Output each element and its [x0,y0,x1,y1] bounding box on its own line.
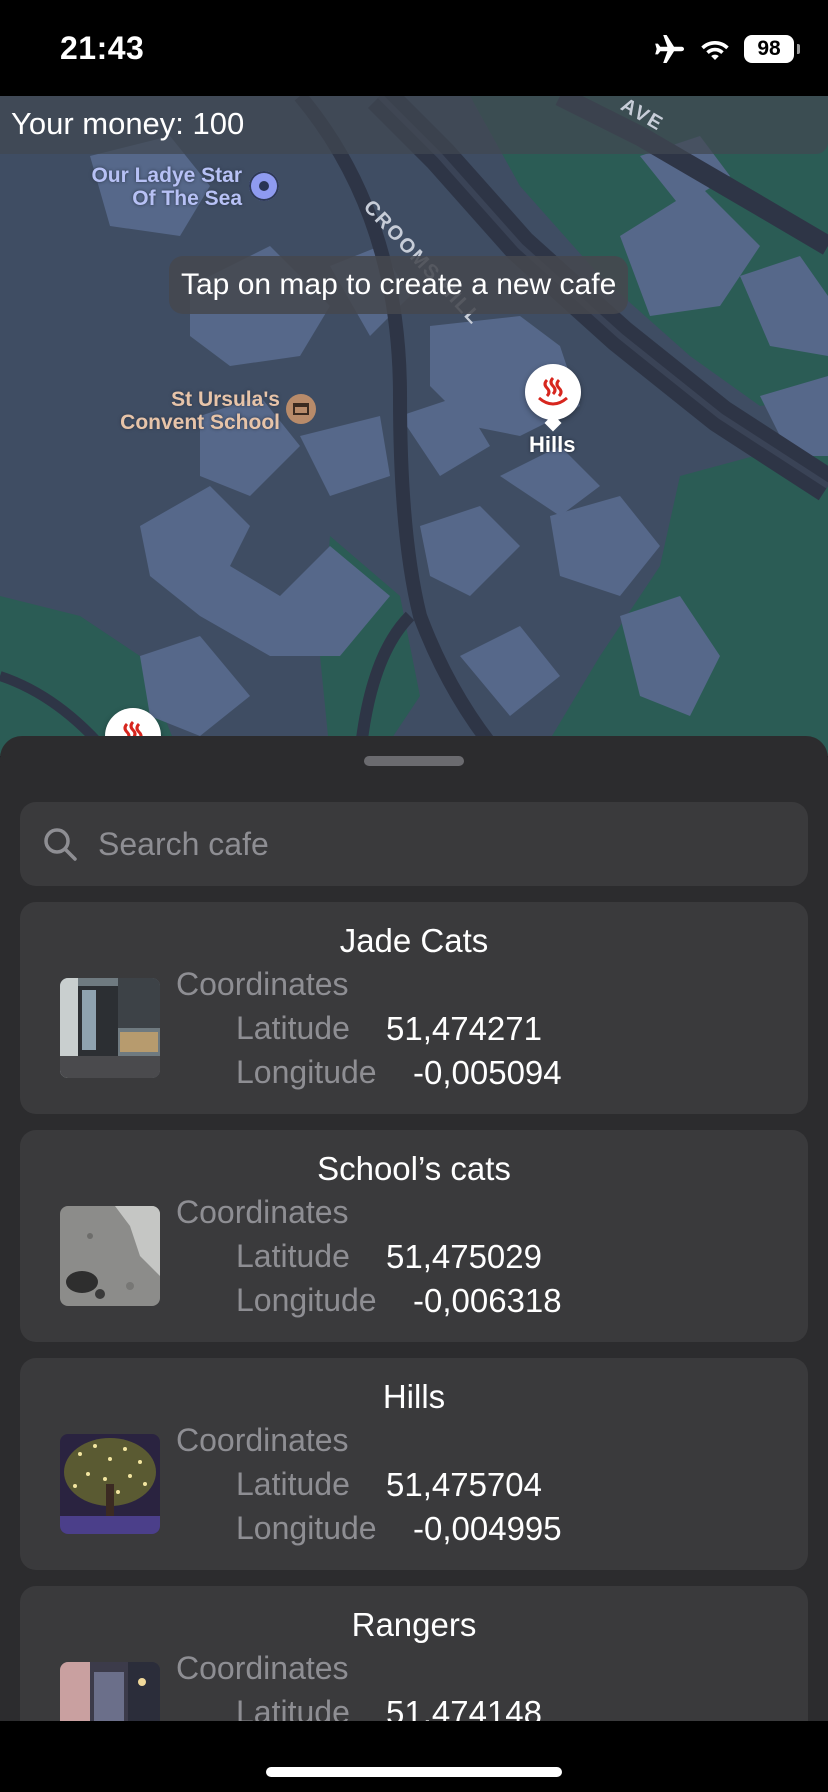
cafe-name: School’s cats [317,1150,511,1187]
status-icons: 98 [654,32,800,66]
coordinates-heading: Coordinates [176,1194,349,1230]
cafe-thumbnail [60,1206,160,1306]
screen: 21:43 98 Your money: 100 AVE Our Ladye S… [0,0,828,1792]
longitude-label: Longitude [236,1510,377,1546]
cafe-pin-hills[interactable] [525,364,581,420]
latitude-value: 51,474271 [386,1010,542,1047]
search-icon [44,828,77,861]
longitude-value: -0,005094 [413,1054,562,1091]
latitude-value: 51,474148 [386,1694,542,1721]
status-time: 21:43 [60,30,145,66]
cafe-thumbnail [60,1662,160,1721]
money-text: Your money: 100 [11,106,245,141]
cafe-list-sheet[interactable]: Jade Cats Coordinates Latitude 51,474271… [0,736,828,1721]
home-indicator-area [0,1721,828,1792]
hot-spring-icon [538,376,568,406]
cafe-thumbnail [60,978,160,1078]
latitude-label: Latitude [236,1466,350,1502]
airplane-mode-icon [655,35,684,63]
cafe-card[interactable]: Jade Cats Coordinates Latitude 51,474271… [20,902,808,1114]
latitude-value: 51,475029 [386,1238,542,1275]
coordinates-heading: Coordinates [176,966,349,1002]
longitude-value: -0,006318 [413,1282,562,1319]
sheet-grabber[interactable] [364,756,464,766]
latitude-label: Latitude [236,1238,350,1274]
battery-icon: 98 [744,35,800,63]
cafe-name: Rangers [351,1606,477,1643]
map-view[interactable]: Your money: 100 CROOMS HILL AVE Our Lady… [0,96,828,756]
search-bar[interactable] [20,802,808,886]
status-bar: 21:43 98 [0,0,828,96]
search-input[interactable] [98,802,788,886]
poi-label-school: St Ursula's Convent School [120,388,280,434]
cafe-pin-label: Hills [529,432,576,457]
school-icon[interactable] [286,394,316,424]
cafe-thumbnail [60,1434,160,1534]
longitude-label: Longitude [236,1282,377,1318]
cafe-card[interactable]: Hills Coordinates Latitude 51,475704 Lon… [20,1358,808,1570]
home-indicator[interactable] [266,1767,562,1777]
latitude-label: Latitude [236,1694,350,1721]
cafe-card[interactable]: School’s cats Coordinates Latitude 51,47… [20,1130,808,1342]
coordinates-heading: Coordinates [176,1650,349,1686]
cafe-name: Hills [382,1378,446,1415]
poi-label-church: Our Ladye Star Of The Sea [91,164,242,210]
church-icon[interactable] [249,171,279,201]
map-hint: Tap on map to create a new cafe [169,256,629,314]
latitude-label: Latitude [236,1010,350,1046]
coordinates-heading: Coordinates [176,1422,349,1458]
battery-level: 98 [757,37,781,60]
longitude-label: Longitude [236,1054,377,1090]
latitude-value: 51,475704 [386,1466,542,1503]
money-bar: Your money: 100 [0,96,828,154]
cafe-card[interactable]: Rangers Coordinates Latitude 51,474148 [20,1586,808,1721]
cafe-name: Jade Cats [339,922,489,959]
wifi-icon [701,41,729,60]
longitude-value: -0,004995 [413,1510,562,1547]
